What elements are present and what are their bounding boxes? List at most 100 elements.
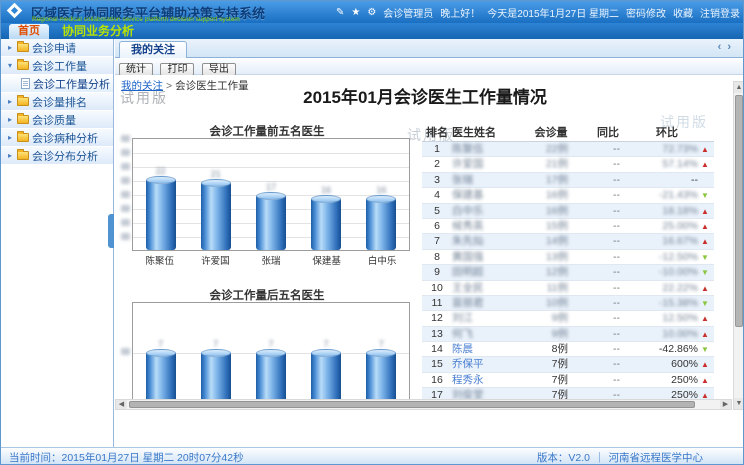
trend-up-icon: ▲ <box>698 311 712 325</box>
doctor-name-link[interactable]: 白中乐 <box>452 204 522 218</box>
nav-tab-collaboration-analysis[interactable]: 协同业务分析 <box>53 23 143 39</box>
bar-陈聚伍 <box>146 180 176 250</box>
volume-cell: 12例 <box>522 265 580 279</box>
bar-value-label: 7 <box>324 339 329 349</box>
content-tabstrip: 我的关注 ‹› <box>115 39 744 58</box>
bar-cap <box>366 195 396 203</box>
rank-cell: 13 <box>422 327 452 341</box>
scroll-right-arrow[interactable]: ▶ <box>720 400 731 409</box>
volume-cell: 11例 <box>522 281 580 295</box>
doctor-name-link[interactable]: 程秀永 <box>452 373 522 387</box>
chart-plot-area: 2221171616 <box>132 138 410 251</box>
trend-up-icon: ▲ <box>698 388 712 399</box>
doctor-name-link[interactable]: 何飞 <box>452 327 522 341</box>
doctor-name-link[interactable]: 候秀英 <box>452 219 522 233</box>
top-header: 区域医疗协同服务平台辅助决策支持系统 Regional medical coll… <box>1 1 744 23</box>
doctor-name-link[interactable]: 陈聚伍 <box>452 142 522 156</box>
sidebar-item-huizhenliang-paiming[interactable]: ▸会诊量排名 <box>1 93 113 111</box>
rank-cell: 2 <box>422 157 452 171</box>
bar-value-label: 16 <box>321 185 331 195</box>
doctor-name-link[interactable]: 张瑞 <box>452 173 522 187</box>
scroll-up-arrow[interactable]: ▲ <box>734 82 744 93</box>
bar-cap <box>256 349 286 357</box>
mom-cell: 22.22% <box>636 281 698 295</box>
sidebar-item-label: 会诊工作量 <box>32 58 87 74</box>
bar-slot: 21 <box>199 169 233 250</box>
rank-cell: 1 <box>422 142 452 156</box>
app-subtitle: Regional medical collaboration service p… <box>32 16 240 23</box>
version-separator: ｜ <box>594 450 605 465</box>
logout-link[interactable]: 注销登录 <box>700 5 740 20</box>
content-area: 我的关注 ‹› ▲ 统计 打印 导出 我的关注>会诊医生工作量 试用版 试用版 … <box>115 39 744 449</box>
change-password-link[interactable]: 密码修改 <box>626 5 666 20</box>
table-header-row: 排名 医生姓名 会诊量 同比 环比 <box>422 125 714 142</box>
sidebar-item-gongzuoliang-fenxi[interactable]: 会诊工作量分析 <box>1 75 113 93</box>
tab-scroll-arrows[interactable]: ‹› <box>718 41 737 53</box>
yoy-cell: -- <box>580 357 636 371</box>
doctor-name-link[interactable]: 陈晨 <box>452 342 522 356</box>
doctor-name-link[interactable]: 苗丽君 <box>452 296 522 310</box>
yoy-cell: -- <box>580 157 636 171</box>
nav-tab-home[interactable]: 首页 <box>9 24 49 39</box>
doctor-name-link[interactable]: 刘俊堂 <box>452 388 522 399</box>
bar-slot: 7 <box>309 339 343 399</box>
mom-cell: 250% <box>636 388 698 399</box>
star-icon[interactable]: ★ <box>351 7 360 18</box>
y-axis-tick-label-blurred <box>121 177 130 184</box>
sidebar-collapse-handle[interactable] <box>108 214 114 248</box>
bar-cap <box>146 349 176 357</box>
doctor-name-link[interactable]: 田明超 <box>452 265 522 279</box>
folder-icon <box>17 133 29 142</box>
doctor-name-link[interactable]: 许爱国 <box>452 157 522 171</box>
scroll-left-arrow[interactable]: ◀ <box>116 400 127 409</box>
bar-value-label: 7 <box>379 339 384 349</box>
favorites-link[interactable]: 收藏 <box>673 5 693 20</box>
toolbar: 统计 打印 导出 <box>115 58 744 75</box>
sidebar-item-huizhen-fenbu-fenxi[interactable]: ▸会诊分布分析 <box>1 147 113 165</box>
volume-cell: 7例 <box>522 373 580 387</box>
pencil-icon[interactable]: ✎ <box>336 7 344 18</box>
horizontal-scroll-thumb[interactable] <box>129 401 695 408</box>
doctor-name-link[interactable]: 保建基 <box>452 188 522 202</box>
rank-cell: 14 <box>422 342 452 356</box>
gear-icon[interactable]: ⚙ <box>367 7 376 18</box>
yoy-cell: -- <box>580 342 636 356</box>
doctor-name-link[interactable]: 刘江 <box>452 311 522 325</box>
sidebar: ▸会诊申请▾会诊工作量会诊工作量分析▸会诊量排名▸会诊质量▸会诊病种分析▸会诊分… <box>1 39 114 449</box>
sidebar-item-huizhen-gongzuoliang[interactable]: ▾会诊工作量 <box>1 57 113 75</box>
bar-cap <box>146 176 176 184</box>
table-row: 17刘俊堂7例--250%▲ <box>422 388 714 399</box>
sidebar-item-huizhen-bingzhong-fenxi[interactable]: ▸会诊病种分析 <box>1 129 113 147</box>
current-time-text: 当前时间：2015年01月27日 星期二 20时07分42秒 <box>9 450 244 465</box>
table-row: 5白中乐16例--18.18%▲ <box>422 204 714 219</box>
bar-item-5 <box>366 353 396 399</box>
vertical-scrollbar[interactable]: ▲ ▼ <box>733 81 744 410</box>
bar-cap <box>311 195 341 203</box>
volume-cell: 9例 <box>522 311 580 325</box>
trend-up-icon: ▲ <box>698 204 712 218</box>
bar-slot: 7 <box>199 339 233 399</box>
sidebar-item-huizhen-shenqing[interactable]: ▸会诊申请 <box>1 39 113 57</box>
col-header-doctor-name: 医生姓名 <box>452 125 522 141</box>
yoy-cell: -- <box>580 188 636 202</box>
trend-up-icon: ▲ <box>698 357 712 371</box>
x-axis-label: 保建基 <box>300 253 354 267</box>
bar-value-label: 21 <box>211 169 221 179</box>
sidebar-item-huizhen-zhiliang[interactable]: ▸会诊质量 <box>1 111 113 129</box>
trend-up-icon: ▲ <box>698 373 712 387</box>
doctor-name-link[interactable]: 黄国强 <box>452 250 522 264</box>
tab-my-focus[interactable]: 我的关注 <box>119 41 187 58</box>
doctor-name-link[interactable]: 乔保平 <box>452 357 522 371</box>
doctor-name-link[interactable]: 王全民 <box>452 281 522 295</box>
vertical-scroll-thumb[interactable] <box>735 95 743 327</box>
sidebar-menu: ▸会诊申请▾会诊工作量会诊工作量分析▸会诊量排名▸会诊质量▸会诊病种分析▸会诊分… <box>1 39 113 165</box>
rank-cell: 4 <box>422 188 452 202</box>
chart-title: 会诊工作量后五名医生 <box>120 287 414 301</box>
horizontal-scrollbar[interactable]: ◀ ▶ <box>115 399 732 410</box>
doctor-name-link[interactable]: 朱先灿 <box>452 234 522 248</box>
y-axis-tick-label-blurred <box>121 219 130 226</box>
x-axis-label: 许爱国 <box>188 253 242 267</box>
x-axis-label: 张瑞 <box>244 253 298 267</box>
version-text: 版本：V2.0 <box>537 450 590 465</box>
scroll-down-arrow[interactable]: ▼ <box>734 398 744 409</box>
